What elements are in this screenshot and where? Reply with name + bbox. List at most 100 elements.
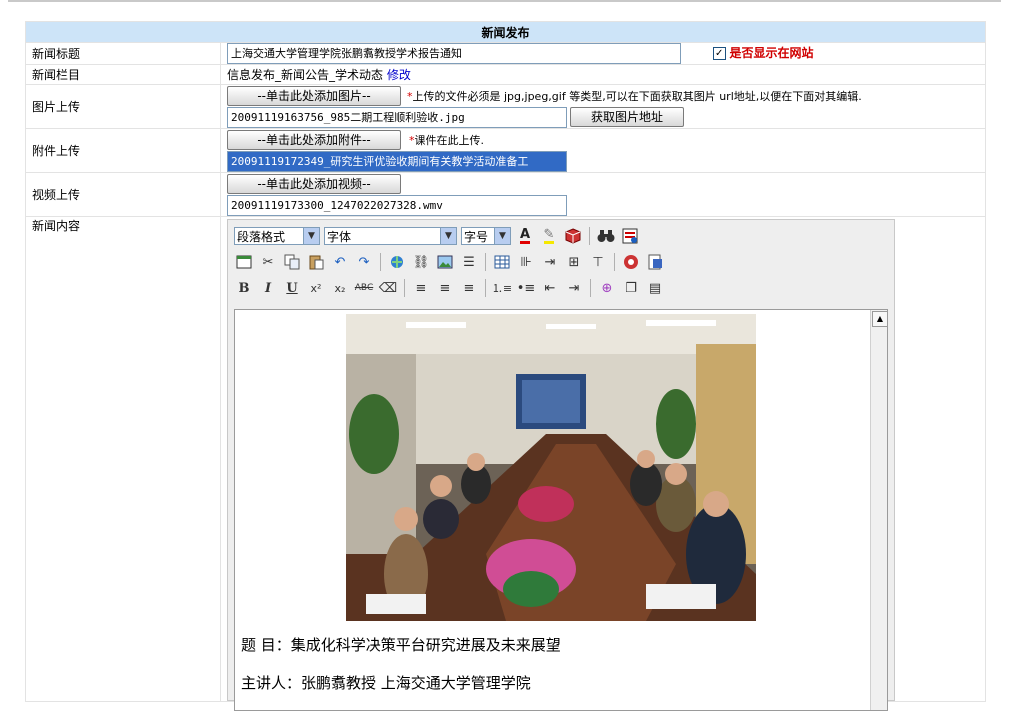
title-row: 新闻标题 上海交通大学管理学院张鹏翥教授学术报告通知 ✓ 是否显示在网站 xyxy=(25,42,986,65)
font-value: 字体 xyxy=(327,229,352,244)
image-file-field[interactable]: 20091119163756_985二期工程顺利验收.jpg xyxy=(227,106,567,128)
highlight-color-icon[interactable]: ✎ xyxy=(539,226,559,246)
find-binoculars-icon[interactable] xyxy=(596,226,616,246)
cut-icon[interactable]: ✂ xyxy=(258,252,278,272)
image-upload-hint: 上传的文件必须是 jpg,jpeg,gif 等类型,可以在下面获取其图片 url… xyxy=(412,90,862,103)
paste-icon[interactable] xyxy=(306,252,326,272)
rich-text-editor: 段落格式 ▼ 字体 ▼ 字号 ▼ A ✎ ✂ ↶ ↷ ⛓ ☰ ⊪ ⇥ ⊞ ⊤ B… xyxy=(227,219,895,711)
editor-toolbar-row-2: ✂ ↶ ↷ ⛓ ☰ ⊪ ⇥ ⊞ ⊤ xyxy=(234,252,665,272)
align-center-icon[interactable]: ≡ xyxy=(435,278,455,298)
image-upload-row: 图片上传 --单击此处添加图片-- *上传的文件必须是 jpg,jpeg,gif… xyxy=(25,84,986,129)
column-cell: 信息发布_新闻公告_学术动态 修改 xyxy=(220,64,986,85)
toolbar-separator xyxy=(590,279,591,297)
toolbar-separator xyxy=(589,227,590,245)
column-row: 新闻栏目 信息发布_新闻公告_学术动态 修改 xyxy=(25,64,986,85)
title-cell: 上海交通大学管理学院张鹏翥教授学术报告通知 ✓ 是否显示在网站 xyxy=(220,42,986,65)
merge-cells-icon[interactable]: ⊞ xyxy=(564,252,584,272)
toolbar-separator xyxy=(614,253,615,271)
attachment-upload-label: 附件上传 xyxy=(25,128,221,173)
indent-icon[interactable]: ⇥ xyxy=(564,278,584,298)
paste-word-icon[interactable] xyxy=(645,252,665,272)
chevron-down-icon: ▼ xyxy=(303,228,319,244)
column-label: 新闻栏目 xyxy=(25,64,221,85)
editor-vertical-scrollbar[interactable]: ▲ xyxy=(870,310,887,710)
video-upload-label: 视频上传 xyxy=(25,172,221,217)
top-divider xyxy=(8,0,1001,2)
doc-line-speaker: 主讲人：张鹏翥教授 上海交通大学管理学院 xyxy=(241,674,531,692)
title-input[interactable]: 上海交通大学管理学院张鹏翥教授学术报告通知 xyxy=(227,43,681,64)
content-cell: 段落格式 ▼ 字体 ▼ 字号 ▼ A ✎ ✂ ↶ ↷ ⛓ ☰ ⊪ ⇥ ⊞ ⊤ B… xyxy=(220,216,986,711)
toolbar-separator xyxy=(485,253,486,271)
toolbar-separator xyxy=(404,279,405,297)
attachment-upload-row: 附件上传 --单击此处添加附件-- *课件在此上传. 2009111917234… xyxy=(25,128,986,173)
font-size-value: 字号 xyxy=(464,229,489,244)
undo-icon[interactable]: ↶ xyxy=(330,252,350,272)
video-upload-cell: --单击此处添加视频-- 20091119173300_124702202732… xyxy=(220,172,986,217)
new-document-icon[interactable] xyxy=(234,252,254,272)
image-upload-cell: --单击此处添加图片-- *上传的文件必须是 jpg,jpeg,gif 等类型,… xyxy=(220,84,986,129)
add-image-button[interactable]: --单击此处添加图片-- xyxy=(227,86,401,106)
insert-link-icon[interactable] xyxy=(387,252,407,272)
editor-toolbar-row-1: 段落格式 ▼ 字体 ▼ 字号 ▼ A ✎ xyxy=(234,226,640,246)
strikethrough-icon[interactable]: ABC xyxy=(354,278,374,298)
paragraph-format-select[interactable]: 段落格式 ▼ xyxy=(234,227,320,245)
unlink-icon[interactable]: ⛓ xyxy=(411,252,431,272)
font-color-icon[interactable]: A xyxy=(515,226,535,246)
add-attachment-button[interactable]: --单击此处添加附件-- xyxy=(227,130,401,150)
content-row: 新闻内容 段落格式 ▼ 字体 ▼ 字号 ▼ A ✎ ✂ ↶ ↷ ⛓ ☰ ⊪ ⇥ … xyxy=(25,216,986,711)
doc-line-topic: 题 目：集成化科学决策平台研究进展及未来展望 xyxy=(241,636,561,654)
editor-toolbar-row-3: B I U x² x₂ ABC ⌫ ≡ ≡ ≡ ⒈≡ •≡ ⇤ ⇥ ⊕ ❐ ▤ xyxy=(234,278,665,298)
image-upload-label: 图片上传 xyxy=(25,84,221,129)
attachment-upload-cell: --单击此处添加附件-- *课件在此上传. 20091119172349_研究生… xyxy=(220,128,986,173)
bold-icon[interactable]: B xyxy=(234,278,254,298)
insert-row-icon[interactable]: ⇥ xyxy=(540,252,560,272)
toolbar-separator xyxy=(380,253,381,271)
superscript-icon[interactable]: x² xyxy=(306,278,326,298)
news-publish-form: 新闻发布 新闻标题 上海交通大学管理学院张鹏翥教授学术报告通知 ✓ 是否显示在网… xyxy=(25,21,986,711)
video-upload-row: 视频上传 --单击此处添加视频-- 20091119173300_1247022… xyxy=(25,172,986,217)
paragraph-format-value: 段落格式 xyxy=(237,229,286,244)
attachment-file-field[interactable]: 20091119172349_研究生评优验收期间有关教学活动准备工 xyxy=(227,150,567,172)
flash-media-icon[interactable] xyxy=(621,252,641,272)
bullet-list-icon[interactable]: •≡ xyxy=(516,278,536,298)
column-value: 信息发布_新闻公告_学术动态 xyxy=(227,68,384,82)
attachment-upload-hint: 课件在此上传. xyxy=(414,134,485,147)
insert-column-icon[interactable]: ⊪ xyxy=(516,252,536,272)
chevron-down-icon: ▼ xyxy=(494,228,510,244)
outdent-icon[interactable]: ⇤ xyxy=(540,278,560,298)
subscript-icon[interactable]: x₂ xyxy=(330,278,350,298)
font-size-select[interactable]: 字号 ▼ xyxy=(461,227,511,245)
align-left-icon[interactable]: ≡ xyxy=(411,278,431,298)
form-header: 新闻发布 xyxy=(25,21,986,43)
insert-image-icon[interactable] xyxy=(435,252,455,272)
show-on-site-label: 是否显示在网站 xyxy=(729,46,814,60)
horizontal-rule-icon[interactable]: ☰ xyxy=(459,252,479,272)
font-select[interactable]: 字体 ▼ xyxy=(324,227,457,245)
copy-icon[interactable] xyxy=(282,252,302,272)
align-right-icon[interactable]: ≡ xyxy=(459,278,479,298)
add-video-button[interactable]: --单击此处添加视频-- xyxy=(227,174,401,194)
insert-table-icon[interactable] xyxy=(492,252,512,272)
meeting-photo xyxy=(346,314,756,621)
page-break-icon[interactable]: ▤ xyxy=(645,278,665,298)
insert-special-icon[interactable]: ⊕ xyxy=(597,278,617,298)
numbered-list-icon[interactable]: ⒈≡ xyxy=(492,278,512,298)
preview-icon[interactable]: ❐ xyxy=(621,278,641,298)
redo-icon[interactable]: ↷ xyxy=(354,252,374,272)
italic-icon[interactable]: I xyxy=(258,278,278,298)
editor-document-area[interactable]: 题 目：集成化科学决策平台研究进展及未来展望 主讲人：张鹏翥教授 上海交通大学管… xyxy=(234,309,888,711)
edit-column-link[interactable]: 修改 xyxy=(387,68,411,82)
title-label: 新闻标题 xyxy=(25,42,221,65)
content-label: 新闻内容 xyxy=(25,216,221,702)
spellcheck-icon[interactable] xyxy=(620,226,640,246)
show-on-site-checkbox[interactable]: ✓ xyxy=(712,47,726,60)
chevron-down-icon: ▼ xyxy=(440,228,456,244)
get-image-url-button[interactable]: 获取图片地址 xyxy=(570,107,684,127)
object-cube-icon[interactable] xyxy=(563,226,583,246)
eraser-icon[interactable]: ⌫ xyxy=(378,278,398,298)
scroll-up-arrow-icon[interactable]: ▲ xyxy=(872,311,887,327)
underline-icon[interactable]: U xyxy=(282,278,302,298)
toolbar-separator xyxy=(485,279,486,297)
video-file-field[interactable]: 20091119173300_1247022027328.wmv xyxy=(227,194,567,216)
split-cells-icon[interactable]: ⊤ xyxy=(588,252,608,272)
